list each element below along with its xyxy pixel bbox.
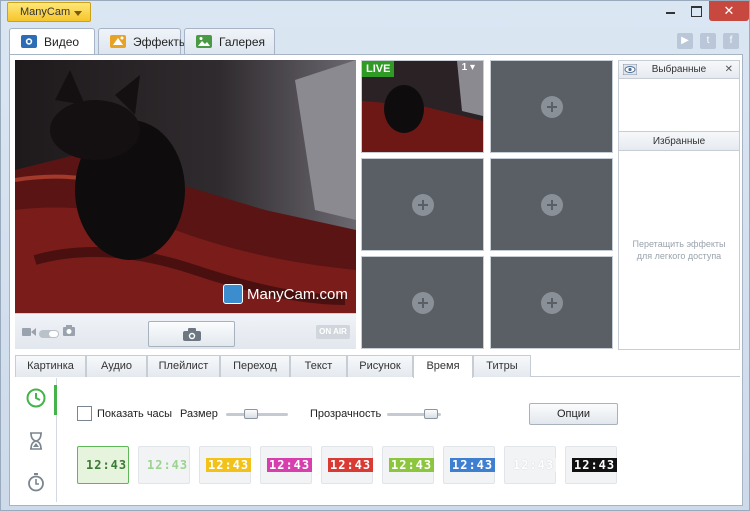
favorites-title: Выбранные — [651, 64, 707, 75]
clock-style-preview: 12:43 — [267, 458, 313, 472]
source-tile-2[interactable] — [490, 60, 613, 153]
favorites-panel: Выбранные ✕ Избранные Перетащить эффекты… — [618, 60, 740, 350]
tab-image[interactable]: Картинка — [15, 355, 86, 377]
size-label: Размер — [180, 408, 218, 420]
clock-style-9[interactable]: 12:43 — [565, 446, 618, 484]
add-source-icon[interactable] — [541, 194, 563, 216]
facebook-icon[interactable]: f — [723, 33, 739, 49]
clock-icon[interactable] — [26, 388, 46, 408]
show-clock-checkbox[interactable] — [77, 406, 92, 421]
tab-text[interactable]: Текст — [290, 355, 347, 377]
app-menu-button[interactable]: ManyCam — [7, 2, 91, 22]
show-clock-label: Показать часы — [97, 408, 173, 420]
clock-style-preview: 12:43 — [511, 458, 557, 472]
clock-style-4[interactable]: 12:43 — [260, 446, 313, 484]
clock-style-7[interactable]: 12:43 — [443, 446, 496, 484]
clock-style-6[interactable]: 12:43 — [382, 446, 435, 484]
watermark-text: ManyCam.com — [247, 286, 348, 303]
favorites-header: Выбранные ✕ — [619, 61, 739, 79]
tab-drawing[interactable]: Рисунок — [347, 355, 413, 377]
tab-titles[interactable]: Титры — [473, 355, 531, 377]
maximize-button[interactable] — [683, 1, 709, 21]
source-number-label: 1 — [461, 62, 468, 73]
opacity-slider-thumb[interactable] — [424, 409, 438, 419]
stopwatch-icon[interactable] — [26, 472, 46, 492]
youtube-icon[interactable]: ▶ — [677, 33, 693, 49]
camera-icon[interactable] — [63, 325, 75, 339]
snapshot-button[interactable] — [148, 321, 235, 347]
app-menu-label: ManyCam — [20, 6, 71, 18]
minimize-button[interactable] — [657, 1, 683, 21]
clock-style-preview: 12:43 — [328, 458, 374, 472]
manycam-window: ManyCam ✕ Видео Эффекты Галерея ▶ t f Ma… — [0, 0, 750, 511]
tab-transition[interactable]: Переход — [220, 355, 290, 377]
chevron-down-icon — [74, 11, 82, 16]
video-tab-content: ManyCam.com ON AIR LIVE 1 ▾ Выбранные ✕ … — [9, 54, 743, 506]
clock-style-1[interactable]: 12:43 — [77, 446, 129, 484]
tab-video-label: Видео — [44, 35, 80, 49]
source-number[interactable]: 1 ▾ — [462, 62, 475, 73]
source-tile-6[interactable] — [490, 256, 613, 349]
size-slider-thumb[interactable] — [244, 409, 258, 419]
clock-style-3[interactable]: 12:43 — [199, 446, 252, 484]
add-source-icon[interactable] — [412, 292, 434, 314]
effect-sub-tabs: Картинка Аудио Плейлист Переход Текст Ри… — [15, 355, 740, 378]
clock-style-preview: 12:43 — [450, 458, 496, 472]
favorites-hint: Перетащить эффекты для легкого доступа — [632, 239, 726, 261]
size-slider[interactable] — [226, 409, 288, 419]
clock-style-preview: 12:43 — [206, 458, 252, 472]
add-source-icon[interactable] — [541, 292, 563, 314]
gallery-tab-icon — [195, 34, 213, 49]
tab-gallery[interactable]: Галерея — [184, 28, 275, 54]
active-tool-indicator — [54, 385, 57, 415]
hourglass-icon[interactable] — [26, 431, 46, 451]
twitter-icon[interactable]: t — [700, 33, 716, 49]
tab-playlist[interactable]: Плейлист — [147, 355, 220, 377]
source-tile-3[interactable] — [361, 158, 484, 251]
title-bar: ManyCam ✕ — [1, 1, 749, 25]
effects-tab-icon — [109, 34, 127, 49]
clock-style-2[interactable]: 12:43 — [138, 446, 190, 484]
close-button[interactable]: ✕ — [709, 1, 749, 21]
clock-style-8[interactable]: 12:43 — [504, 446, 557, 484]
tab-time[interactable]: Время — [413, 355, 473, 378]
options-button[interactable]: Опции — [529, 403, 618, 425]
clock-style-preview: 12:43 — [147, 458, 189, 472]
eye-icon[interactable] — [622, 63, 638, 82]
add-source-icon[interactable] — [541, 96, 563, 118]
source-tile-4[interactable] — [490, 158, 613, 251]
opacity-label: Прозрачность — [310, 408, 382, 420]
video-camera-icon[interactable] — [22, 326, 36, 340]
collapse-icon[interactable]: ✕ — [725, 61, 733, 79]
on-air-badge: ON AIR — [316, 325, 350, 339]
main-video-preview[interactable]: ManyCam.com — [15, 60, 356, 313]
clock-style-5[interactable]: 12:43 — [321, 446, 374, 484]
source-tile-5[interactable] — [361, 256, 484, 349]
tab-audio[interactable]: Аудио — [86, 355, 147, 377]
preview-controls: ON AIR — [15, 313, 356, 349]
camera-feed-image — [15, 60, 356, 313]
tab-effects[interactable]: Эффекты — [98, 28, 188, 54]
clock-style-preview: 12:43 — [572, 458, 618, 472]
live-badge: LIVE — [362, 61, 395, 77]
snapshot-camera-icon — [183, 328, 201, 341]
favorites-subheader: Избранные — [619, 131, 739, 151]
tab-gallery-label: Галерея — [219, 35, 266, 49]
tab-video[interactable]: Видео — [9, 28, 95, 55]
manycam-logo-icon — [223, 284, 243, 304]
time-tools-column — [15, 378, 57, 502]
clock-style-preview: 12:43 — [389, 458, 435, 472]
mode-toggle[interactable] — [39, 327, 59, 341]
source-tile-1[interactable]: LIVE 1 ▾ — [361, 60, 484, 153]
tab-effects-label: Эффекты — [133, 35, 188, 49]
add-source-icon[interactable] — [412, 194, 434, 216]
clock-style-preview: 12:43 — [86, 458, 128, 472]
opacity-slider[interactable] — [387, 409, 441, 419]
video-tab-icon — [20, 34, 38, 49]
